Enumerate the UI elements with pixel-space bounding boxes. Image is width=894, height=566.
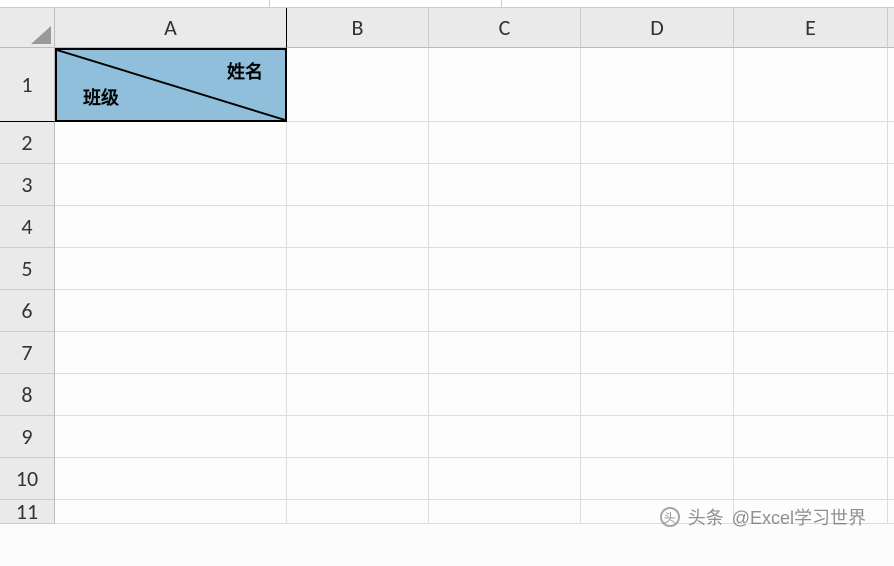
cell-d9[interactable] [581, 416, 734, 458]
cell-d1[interactable] [581, 48, 734, 122]
cell-overflow-8 [888, 374, 894, 416]
cell-b5[interactable] [287, 248, 429, 290]
cell-a6[interactable] [55, 290, 287, 332]
watermark-logo-icon: 头 [660, 507, 680, 527]
cell-b10[interactable] [287, 458, 429, 500]
cell-c2[interactable] [429, 122, 581, 164]
cell-d5[interactable] [581, 248, 734, 290]
cell-overflow-6 [888, 290, 894, 332]
cell-overflow-5 [888, 248, 894, 290]
watermark-prefix: 头条 [688, 504, 724, 530]
cell-e2[interactable] [734, 122, 888, 164]
cell-b2[interactable] [287, 122, 429, 164]
cell-b4[interactable] [287, 206, 429, 248]
cell-a5[interactable] [55, 248, 287, 290]
cell-a10[interactable] [55, 458, 287, 500]
cell-e10[interactable] [734, 458, 888, 500]
column-header-c[interactable]: C [429, 8, 581, 48]
cell-d2[interactable] [581, 122, 734, 164]
cell-c4[interactable] [429, 206, 581, 248]
cell-d8[interactable] [581, 374, 734, 416]
cell-overflow-2 [888, 122, 894, 164]
cell-b11[interactable] [287, 500, 429, 524]
cell-d4[interactable] [581, 206, 734, 248]
cell-e4[interactable] [734, 206, 888, 248]
cell-c1[interactable] [429, 48, 581, 122]
cell-overflow-9 [888, 416, 894, 458]
cell-c11[interactable] [429, 500, 581, 524]
row-header-10[interactable]: 10 [0, 458, 55, 500]
cell-d3[interactable] [581, 164, 734, 206]
cell-a9[interactable] [55, 416, 287, 458]
cell-c3[interactable] [429, 164, 581, 206]
cell-a1-top-label: 姓名 [227, 58, 263, 84]
cell-e3[interactable] [734, 164, 888, 206]
column-header-d[interactable]: D [581, 8, 734, 48]
cell-b3[interactable] [287, 164, 429, 206]
row-header-5[interactable]: 5 [0, 248, 55, 290]
cell-a7[interactable] [55, 332, 287, 374]
row-header-1[interactable]: 1 [0, 48, 55, 122]
name-box[interactable] [5, 0, 270, 7]
cell-c9[interactable] [429, 416, 581, 458]
row-header-4[interactable]: 4 [0, 206, 55, 248]
watermark-handle: @Excel学习世界 [732, 504, 866, 530]
cell-e6[interactable] [734, 290, 888, 332]
cell-overflow-11 [888, 500, 894, 524]
row-header-2[interactable]: 2 [0, 122, 55, 164]
spreadsheet-grid: A B C D E 1 姓名 班级 2 3 4 5 6 [0, 8, 894, 524]
cell-c5[interactable] [429, 248, 581, 290]
cell-d10[interactable] [581, 458, 734, 500]
watermark: 头 头条 @Excel学习世界 [660, 504, 866, 530]
cell-d7[interactable] [581, 332, 734, 374]
row-header-3[interactable]: 3 [0, 164, 55, 206]
cell-a11[interactable] [55, 500, 287, 524]
cell-b8[interactable] [287, 374, 429, 416]
cell-c8[interactable] [429, 374, 581, 416]
cell-c6[interactable] [429, 290, 581, 332]
row-header-6[interactable]: 6 [0, 290, 55, 332]
cell-b1[interactable] [287, 48, 429, 122]
cell-e1[interactable] [734, 48, 888, 122]
cell-overflow-3 [888, 164, 894, 206]
cell-b6[interactable] [287, 290, 429, 332]
cell-c10[interactable] [429, 458, 581, 500]
cell-a8[interactable] [55, 374, 287, 416]
cell-e9[interactable] [734, 416, 888, 458]
cell-a2[interactable] [55, 122, 287, 164]
cell-e8[interactable] [734, 374, 888, 416]
column-header-e[interactable]: E [734, 8, 888, 48]
select-all-corner[interactable] [0, 8, 55, 48]
row-header-8[interactable]: 8 [0, 374, 55, 416]
cell-a1[interactable]: 姓名 班级 [55, 48, 287, 122]
formula-input[interactable] [282, 0, 502, 7]
formula-bar [0, 0, 894, 8]
cell-a1-bottom-label: 班级 [83, 84, 119, 110]
cell-a4[interactable] [55, 206, 287, 248]
cell-overflow-4 [888, 206, 894, 248]
cell-d6[interactable] [581, 290, 734, 332]
cell-b9[interactable] [287, 416, 429, 458]
select-all-triangle-icon [31, 26, 51, 44]
row-header-11[interactable]: 11 [0, 500, 55, 524]
cell-b7[interactable] [287, 332, 429, 374]
row-header-9[interactable]: 9 [0, 416, 55, 458]
cell-c7[interactable] [429, 332, 581, 374]
cell-a3[interactable] [55, 164, 287, 206]
cell-overflow-1 [888, 48, 894, 122]
column-header-b[interactable]: B [287, 8, 429, 48]
column-header-overflow [888, 8, 894, 48]
cell-e7[interactable] [734, 332, 888, 374]
column-header-a[interactable]: A [55, 8, 287, 48]
cell-overflow-7 [888, 332, 894, 374]
cell-e5[interactable] [734, 248, 888, 290]
row-header-7[interactable]: 7 [0, 332, 55, 374]
cell-overflow-10 [888, 458, 894, 500]
